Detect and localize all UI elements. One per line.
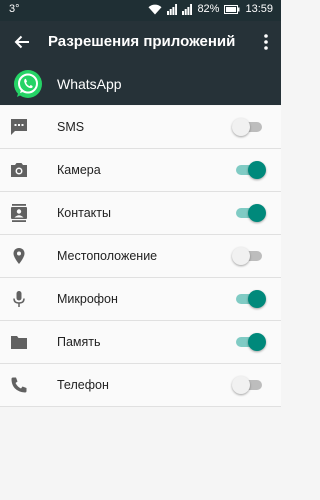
permission-label: Камера <box>57 163 101 177</box>
toggle-switch[interactable] <box>234 161 266 179</box>
permission-row-contacts[interactable]: Контакты <box>0 192 281 235</box>
permission-row-location[interactable]: Местоположение <box>0 235 281 278</box>
app-header: WhatsApp <box>0 63 281 105</box>
permission-label: Контакты <box>57 206 111 220</box>
permission-label: SMS <box>57 120 85 134</box>
status-bar: 3° 82% 13:59 <box>0 0 281 21</box>
toggle-switch[interactable] <box>234 204 266 222</box>
toggle-switch[interactable] <box>232 247 264 265</box>
contacts-icon <box>11 204 27 222</box>
toggle-switch[interactable] <box>232 376 264 394</box>
permission-label: Местоположение <box>57 249 158 263</box>
signal-icon <box>167 3 178 15</box>
permission-row-storage[interactable]: Память <box>0 321 281 364</box>
whatsapp-logo-icon <box>14 70 42 98</box>
toggle-switch[interactable] <box>234 333 266 351</box>
toggle-switch[interactable] <box>234 290 266 308</box>
battery-icon <box>224 4 240 14</box>
location-pin-icon <box>13 248 25 264</box>
permission-row-microphone[interactable]: Микрофон <box>0 278 281 321</box>
clock: 13:59 <box>245 3 273 15</box>
microphone-icon <box>13 291 25 307</box>
signal-2-icon <box>182 3 193 15</box>
more-options-icon[interactable] <box>261 32 271 52</box>
permission-row-sms[interactable]: SMS <box>0 106 281 149</box>
page-title: Разрешения приложений <box>48 33 236 50</box>
toolbar: Разрешения приложений <box>0 21 281 63</box>
permission-row-phone[interactable]: Телефон <box>0 364 281 407</box>
folder-icon <box>11 336 27 349</box>
permissions-list: SMS Камера Контакты Местоположение Микро… <box>0 106 281 407</box>
permission-label: Телефон <box>57 378 109 392</box>
permission-label: Память <box>57 335 101 349</box>
temperature-text: 3° <box>9 3 20 15</box>
toggle-switch[interactable] <box>232 118 264 136</box>
message-icon <box>11 119 27 135</box>
back-arrow-icon[interactable] <box>12 32 32 52</box>
app-name: WhatsApp <box>57 76 122 92</box>
permission-label: Микрофон <box>57 292 118 306</box>
phone-icon <box>11 377 27 393</box>
camera-icon <box>11 163 27 177</box>
wifi-icon <box>148 4 162 14</box>
battery-percent: 82% <box>197 3 220 15</box>
status-icons: 82% 13:59 <box>148 3 273 15</box>
permission-row-camera[interactable]: Камера <box>0 149 281 192</box>
